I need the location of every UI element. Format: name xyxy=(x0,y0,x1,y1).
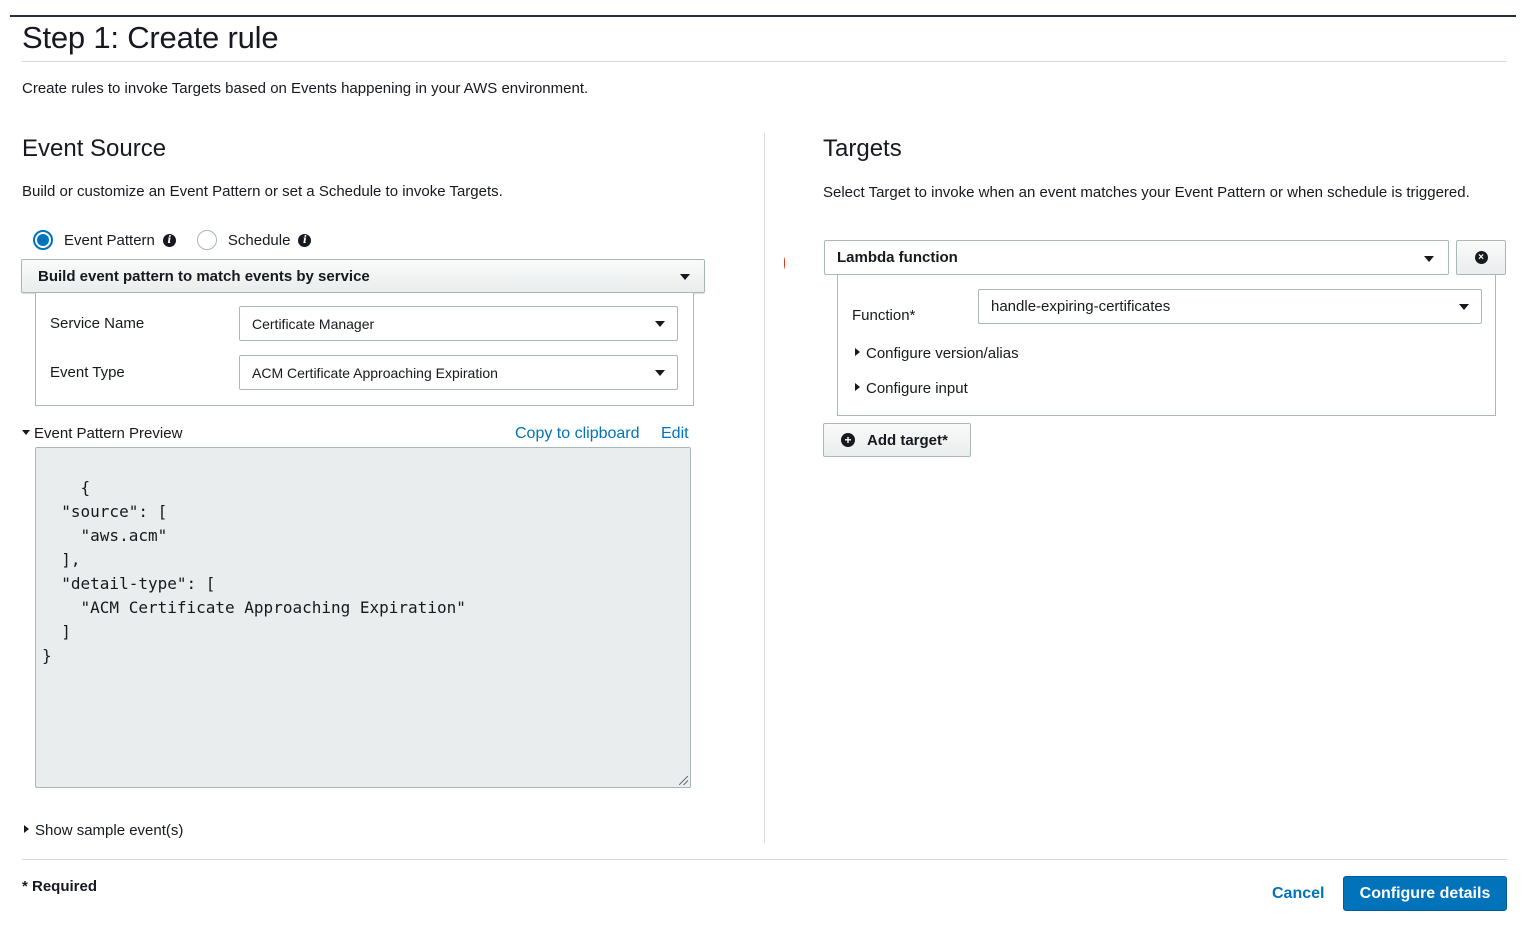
add-target-label: Add target* xyxy=(867,431,948,449)
configure-input-toggle[interactable]: Configure input xyxy=(855,380,968,397)
function-select[interactable]: handle-expiring-certificates xyxy=(978,289,1482,324)
chevron-down-icon xyxy=(680,274,690,280)
pattern-mode-select[interactable]: Build event pattern to match events by s… xyxy=(21,259,705,293)
event-pattern-radio-label[interactable]: Event Pattern xyxy=(64,232,155,249)
top-rule xyxy=(10,15,1516,17)
cancel-button[interactable]: Cancel xyxy=(1258,878,1338,910)
info-icon[interactable]: i xyxy=(162,233,176,247)
configure-version-toggle[interactable]: Configure version/alias xyxy=(855,345,1019,362)
event-pattern-preview-label: Event Pattern Preview xyxy=(34,425,183,442)
event-source-radio-group: Event Pattern i Schedule i xyxy=(33,230,312,250)
remove-target-button[interactable]: × xyxy=(1456,240,1506,275)
event-pattern-radio[interactable] xyxy=(33,230,53,250)
column-divider xyxy=(764,133,765,843)
page-description: Create rules to invoke Targets based on … xyxy=(22,80,589,97)
required-note: * Required xyxy=(22,878,98,895)
chevron-down-icon xyxy=(1424,256,1434,262)
service-panel: Service Name Certificate Manager Event T… xyxy=(35,293,694,406)
configure-input-label: Configure input xyxy=(866,380,968,397)
caret-right-icon xyxy=(855,382,860,391)
pattern-mode-value: Build event pattern to match events by s… xyxy=(38,267,370,285)
event-type-select[interactable]: ACM Certificate Approaching Expiration xyxy=(239,355,678,390)
event-type-label: Event Type xyxy=(50,364,125,381)
event-pattern-code: { "source": [ "aws.acm" ], "detail-type"… xyxy=(42,478,466,665)
event-source-title: Event Source xyxy=(22,135,167,162)
configure-version-label: Configure version/alias xyxy=(866,345,1019,362)
event-pattern-preview-textarea[interactable]: { "source": [ "aws.acm" ], "detail-type"… xyxy=(35,447,691,788)
chevron-down-icon xyxy=(655,370,665,376)
event-pattern-preview-header: Event Pattern Preview Copy to clipboard … xyxy=(22,425,692,445)
event-pattern-preview-toggle[interactable]: Event Pattern Preview xyxy=(22,425,182,442)
show-sample-events-toggle[interactable]: Show sample event(s) xyxy=(24,822,183,839)
targets-title: Targets xyxy=(823,135,902,162)
page-title: Step 1: Create rule xyxy=(22,20,279,55)
show-sample-events-label: Show sample event(s) xyxy=(35,822,184,839)
caret-right-icon xyxy=(855,347,860,356)
service-name-select[interactable]: Certificate Manager xyxy=(239,306,678,341)
resize-handle-icon[interactable] xyxy=(679,776,688,785)
target-type-value: Lambda function xyxy=(837,249,958,266)
caret-right-icon xyxy=(24,824,29,833)
edit-link[interactable]: Edit xyxy=(661,425,689,443)
function-value: handle-expiring-certificates xyxy=(991,298,1171,315)
target-type-select[interactable]: Lambda function xyxy=(824,240,1449,275)
close-circle-icon: × xyxy=(1474,251,1488,264)
target-config-panel: Function* handle-expiring-certificates C… xyxy=(837,275,1496,416)
configure-details-button[interactable]: Configure details xyxy=(1343,876,1507,911)
chevron-down-icon xyxy=(655,321,665,327)
copy-to-clipboard-link[interactable]: Copy to clipboard xyxy=(515,425,640,443)
targets-description: Select Target to invoke when an event ma… xyxy=(823,184,1470,201)
service-name-label: Service Name xyxy=(50,315,145,332)
event-source-description: Build or customize an Event Pattern or s… xyxy=(22,183,503,200)
schedule-radio-label[interactable]: Schedule xyxy=(228,232,291,249)
event-type-value: ACM Certificate Approaching Expiration xyxy=(252,364,498,381)
schedule-radio[interactable] xyxy=(196,230,217,250)
caret-down-icon xyxy=(22,429,30,435)
plus-circle-icon: + xyxy=(841,433,855,447)
footer-divider xyxy=(22,859,1507,860)
validation-mark xyxy=(784,257,786,269)
title-divider xyxy=(22,61,1507,62)
function-label: Function* xyxy=(852,307,916,324)
chevron-down-icon xyxy=(1459,304,1469,310)
add-target-button[interactable]: + Add target* xyxy=(823,423,971,457)
service-name-value: Certificate Manager xyxy=(252,315,375,332)
info-icon[interactable]: i xyxy=(298,233,312,247)
